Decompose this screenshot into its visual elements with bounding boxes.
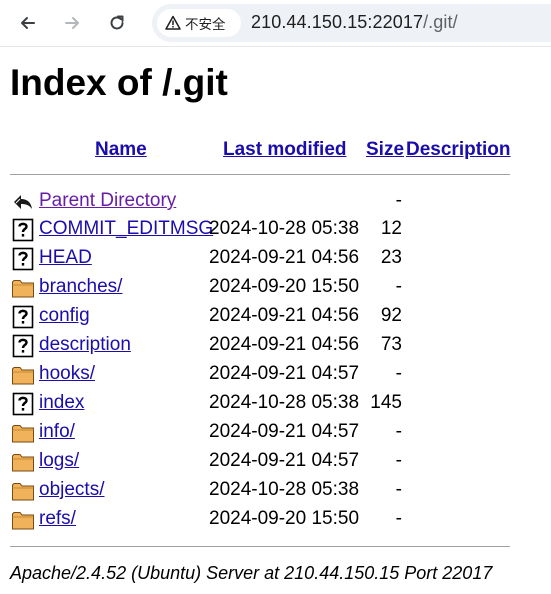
- entry-link[interactable]: hooks/: [39, 363, 95, 385]
- size-cell: 12: [380, 218, 402, 239]
- table-row: HEAD 2024-09-21 04:56 23: [11, 244, 511, 273]
- size-cell: -: [395, 421, 402, 442]
- back-button[interactable]: [13, 8, 43, 38]
- entry-link[interactable]: description: [39, 334, 131, 356]
- folder-icon: [11, 508, 35, 532]
- table-row: logs/2024-09-21 04:57 -: [11, 447, 511, 476]
- size-cell: 145: [370, 392, 402, 413]
- table-row: refs/2024-09-20 15:50 -: [11, 505, 511, 534]
- entry-link[interactable]: logs/: [39, 450, 79, 472]
- last-modified-cell: 2024-09-21 04:57: [209, 421, 360, 442]
- parent-directory-row: Parent Directory -: [11, 187, 511, 216]
- column-header-last-modified[interactable]: Last modified: [223, 139, 347, 161]
- reload-button[interactable]: [102, 8, 132, 38]
- last-modified-cell: 2024-09-20 15:50: [209, 508, 360, 529]
- last-modified-cell: 2024-10-28 05:38: [209, 479, 360, 500]
- url-text[interactable]: 210.44.150.15:22017/.git/: [251, 12, 458, 33]
- size-cell: 73: [380, 334, 402, 355]
- entry-link[interactable]: info/: [39, 421, 75, 443]
- server-signature: Apache/2.4.52 (Ubuntu) Server at 210.44.…: [10, 563, 493, 583]
- security-label: 不安全: [185, 17, 226, 33]
- size-cell: -: [395, 479, 402, 500]
- table-row: config 2024-09-21 04:56 92: [11, 302, 511, 331]
- forward-button[interactable]: [57, 8, 87, 38]
- back-arrow-icon: [21, 17, 35, 29]
- last-modified-cell: 2024-10-28 05:38: [209, 218, 360, 239]
- url-host: 210.44.150.15:22017: [251, 12, 424, 32]
- reload-icon: [110, 15, 124, 30]
- size-cell: -: [395, 450, 402, 471]
- last-modified-cell: 2024-09-21 04:57: [209, 363, 360, 384]
- last-modified-cell: 2024-09-21 04:56: [209, 247, 360, 268]
- folder-icon: [11, 479, 35, 503]
- column-header-size[interactable]: Size: [366, 139, 404, 161]
- unknown-file-icon: [11, 247, 35, 271]
- back-icon: [11, 190, 35, 214]
- table-row: description 2024-09-21 04:56 73: [11, 331, 511, 360]
- column-header-name[interactable]: Name: [95, 139, 147, 161]
- table-row: index 2024-10-28 05:38 145: [11, 389, 511, 418]
- unknown-file-icon: [11, 305, 35, 329]
- table-row: branches/2024-09-20 15:50 -: [11, 273, 511, 302]
- folder-icon: [11, 450, 35, 474]
- last-modified-cell: 2024-09-21 04:56: [209, 334, 360, 355]
- last-modified-cell: 2024-09-20 15:50: [209, 276, 360, 297]
- unknown-file-icon: [11, 334, 35, 358]
- security-indicator[interactable]: 不安全: [157, 9, 241, 37]
- divider: [10, 174, 510, 175]
- entry-link[interactable]: objects/: [39, 479, 104, 501]
- entry-link[interactable]: index: [39, 392, 84, 414]
- folder-icon: [11, 276, 35, 300]
- table-row: info/2024-09-21 04:57 -: [11, 418, 511, 447]
- entry-link[interactable]: config: [39, 305, 90, 327]
- url-path: /.git/: [423, 12, 458, 32]
- folder-icon: [11, 363, 35, 387]
- parent-directory-link[interactable]: Parent Directory: [39, 190, 176, 212]
- browser-toolbar: 不安全 210.44.150.15:22017/.git/: [0, 0, 551, 47]
- column-header-description[interactable]: Description: [406, 139, 511, 161]
- page-title: Index of /.git: [10, 62, 228, 103]
- entry-link[interactable]: refs/: [39, 508, 76, 530]
- unknown-file-icon: [11, 218, 35, 242]
- last-modified-cell: 2024-10-28 05:38: [209, 392, 360, 413]
- table-row: COMMIT_EDITMSG 2024-10-28 05:38 12: [11, 215, 511, 244]
- warning-icon: [165, 15, 181, 30]
- entry-link[interactable]: COMMIT_EDITMSG: [39, 218, 213, 240]
- address-bar[interactable]: 不安全 210.44.150.15:22017/.git/: [152, 4, 551, 42]
- size-cell: -: [395, 508, 402, 529]
- size-cell: -: [395, 190, 402, 211]
- divider: [10, 546, 510, 547]
- size-cell: 92: [380, 305, 402, 326]
- entry-link[interactable]: HEAD: [39, 247, 92, 269]
- size-cell: -: [395, 363, 402, 384]
- size-cell: -: [395, 276, 402, 297]
- size-cell: 23: [380, 247, 402, 268]
- last-modified-cell: 2024-09-21 04:57: [209, 450, 360, 471]
- table-row: objects/2024-10-28 05:38 -: [11, 476, 511, 505]
- unknown-file-icon: [11, 392, 35, 416]
- folder-icon: [11, 421, 35, 445]
- last-modified-cell: 2024-09-21 04:56: [209, 305, 360, 326]
- entry-link[interactable]: branches/: [39, 276, 122, 298]
- table-row: hooks/2024-09-21 04:57 -: [11, 360, 511, 389]
- forward-arrow-icon: [65, 17, 79, 29]
